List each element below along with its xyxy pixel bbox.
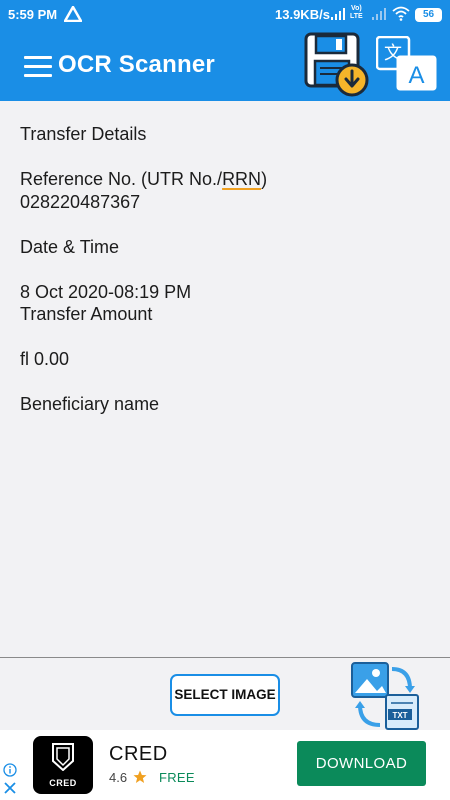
ocr-line: Reference No. (UTR No./RRN)	[20, 168, 435, 191]
volte-indicator: Vo) LTE	[350, 5, 363, 21]
cred-logo[interactable]: CRED	[33, 736, 93, 794]
ocr-line: Transfer Details	[20, 124, 147, 144]
signal-icon-2	[372, 8, 386, 20]
close-icon[interactable]	[4, 782, 16, 794]
ocr-line	[20, 213, 435, 236]
ocr-line: fl 0.00	[20, 349, 70, 369]
ocr-line	[20, 258, 435, 281]
svg-text:A: A	[408, 62, 424, 89]
star-icon	[133, 770, 147, 783]
app-title: OCR Scanner	[58, 51, 215, 78]
bottom-panel: SELECT IMAGE TXT	[0, 657, 450, 730]
status-time: 5:59 PM	[8, 7, 58, 22]
signal-icon	[331, 8, 345, 20]
ocr-line: Transfer Amount	[20, 304, 153, 324]
ocr-result-area[interactable]: Transfer Details Reference No. (UTR No./…	[0, 101, 450, 657]
volte-top: Vo)	[350, 5, 362, 12]
ad-rating: 4.6	[109, 770, 128, 785]
txt-label: TXT	[392, 711, 407, 720]
ad-banner[interactable]: CRED CRED 4.6 FREE DOWNLOAD	[0, 730, 450, 800]
image-to-txt-icon[interactable]: TXT	[350, 661, 422, 731]
wifi-icon	[392, 6, 410, 21]
network-speed: 13.9KB/s	[275, 7, 330, 22]
ad-price: FREE	[159, 770, 195, 785]
ocr-line: Date & Time	[20, 236, 120, 257]
ocr-line: 8 Oct 2020-08:19 PM	[20, 281, 192, 302]
notification-icon	[64, 6, 82, 22]
ocr-line	[20, 326, 435, 349]
select-image-button[interactable]: SELECT IMAGE	[170, 674, 280, 716]
ad-info-icon[interactable]	[3, 763, 17, 777]
download-button[interactable]: DOWNLOAD	[297, 741, 426, 786]
ad-app-name: CRED	[109, 743, 168, 765]
menu-icon[interactable]	[24, 56, 52, 78]
status-bar: 5:59 PM 13.9KB/s Vo) LTE 56	[0, 0, 450, 30]
app-bar: OCR Scanner 文 A	[0, 30, 450, 101]
save-file-icon[interactable]	[302, 30, 372, 98]
ocr-line: 028220487367	[20, 191, 141, 212]
volte-bottom: LTE	[350, 13, 363, 20]
cred-logo-text: CRED	[49, 778, 77, 788]
ocr-line-text: Reference No. (UTR No./RRN)	[20, 169, 268, 189]
ocr-text[interactable]: Transfer Details Reference No. (UTR No./…	[20, 123, 435, 416]
battery-indicator: 56	[415, 8, 442, 22]
cred-shield-icon	[52, 743, 74, 771]
ocr-line: Beneficiary name	[20, 394, 160, 414]
translate-icon[interactable]: 文 A	[376, 36, 438, 92]
ocr-line	[20, 371, 435, 394]
ocr-line	[20, 146, 435, 169]
